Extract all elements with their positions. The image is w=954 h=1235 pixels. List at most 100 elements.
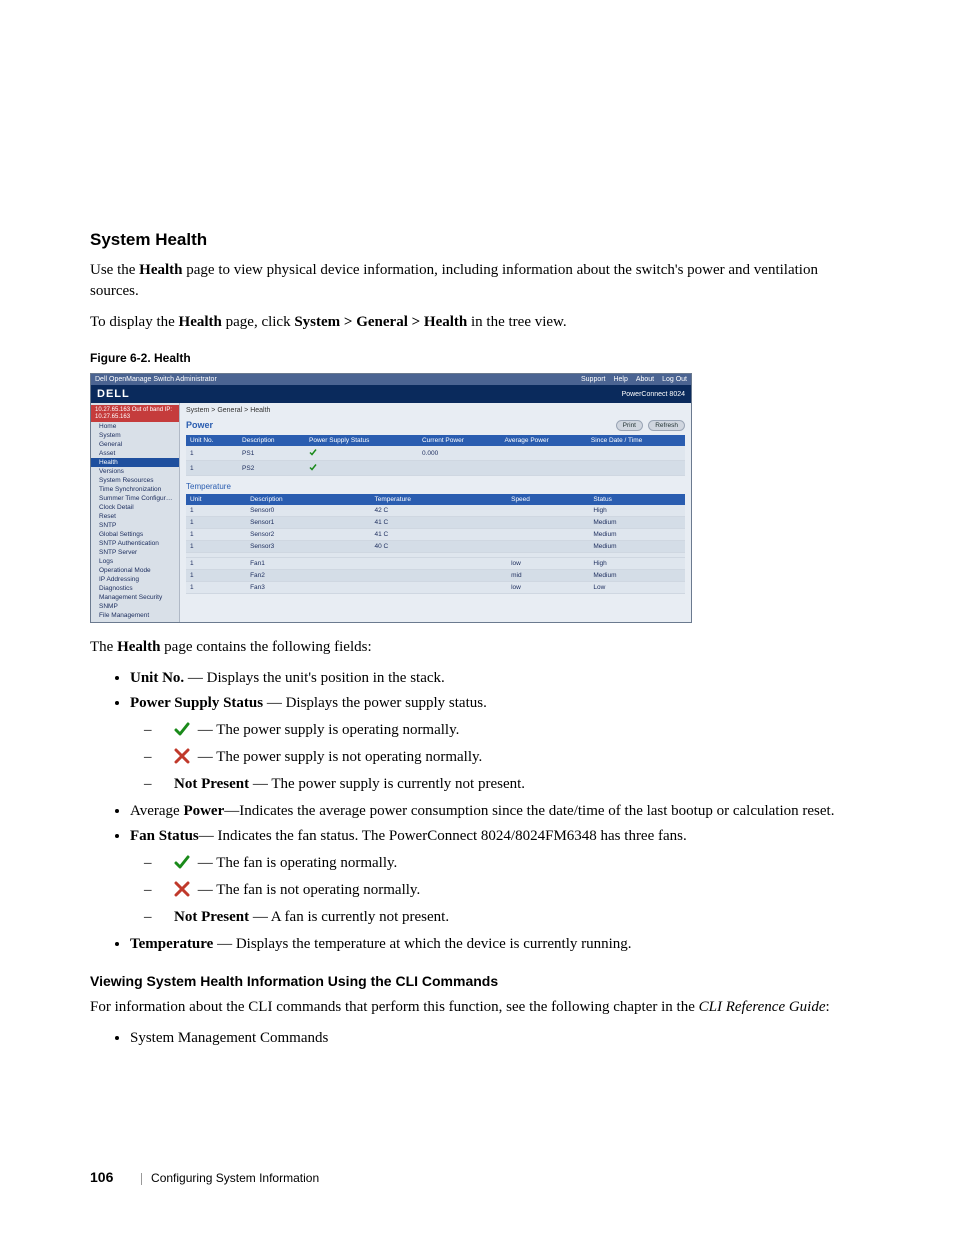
list-item: Unit No. — Displays the unit's position … bbox=[130, 668, 864, 689]
mock-nav-tree[interactable]: 10.27.65.163 Out of band IP: 10.27.65.16… bbox=[91, 403, 180, 622]
field-desc: — Indicates the fan status. The PowerCon… bbox=[199, 828, 687, 844]
table-row: 1Sensor241 CMedium bbox=[186, 529, 685, 541]
mock-titlebar: Dell OpenManage Switch Administrator Sup… bbox=[91, 374, 691, 385]
nav-item[interactable]: SNTP bbox=[91, 521, 179, 530]
nav-item[interactable]: SNMP bbox=[91, 602, 179, 611]
list-item: Not Present — The power supply is curren… bbox=[174, 774, 864, 795]
field-desc: — Displays the temperature at which the … bbox=[213, 936, 631, 952]
table-row: 1Fan1lowHigh bbox=[186, 558, 685, 570]
check-ok-icon bbox=[309, 448, 317, 456]
col-avg: Average Power bbox=[500, 435, 586, 446]
text-bold: Health bbox=[139, 262, 182, 278]
nav-item[interactable]: Summer Time Configuration bbox=[91, 494, 179, 503]
field-name: Power Supply Status bbox=[130, 695, 263, 711]
text: — The power supply is not operating norm… bbox=[198, 749, 483, 765]
field-name: Not Present bbox=[174, 909, 249, 925]
col-pss: Power Supply Status bbox=[305, 435, 418, 446]
nav-item[interactable]: Management Security bbox=[91, 593, 179, 602]
refresh-button[interactable]: Refresh bbox=[648, 420, 685, 431]
nav-item[interactable]: SNTP Authentication bbox=[91, 539, 179, 548]
nav-header: 10.27.65.163 Out of band IP: 10.27.65.16… bbox=[91, 405, 179, 422]
page-footer: 106 Configuring System Information bbox=[90, 1169, 319, 1185]
nav-item[interactable]: SNTP Server bbox=[91, 548, 179, 557]
power-table: Unit No. Description Power Supply Status… bbox=[186, 435, 685, 476]
list-item: Not Present — A fan is currently not pre… bbox=[174, 907, 864, 928]
breadcrumb: System > General > Health bbox=[186, 405, 685, 416]
list-item: — The fan is not operating normally. bbox=[174, 880, 864, 901]
field-name: Fan Status bbox=[130, 828, 199, 844]
col-desc: Description bbox=[238, 435, 305, 446]
nav-item[interactable]: System bbox=[91, 431, 179, 440]
nav-item[interactable]: Reset bbox=[91, 512, 179, 521]
text: Use the bbox=[90, 262, 139, 278]
text: page contains the following fields: bbox=[160, 639, 371, 655]
check-ok-icon bbox=[174, 721, 190, 737]
text: To display the bbox=[90, 314, 179, 330]
dell-logo: DELL bbox=[97, 388, 130, 400]
text: — A fan is currently not present. bbox=[249, 909, 449, 925]
nav-path: System > General > Health bbox=[294, 314, 467, 330]
list-item: — The fan is operating normally. bbox=[174, 853, 864, 874]
text: — The fan is operating normally. bbox=[198, 855, 398, 871]
print-button[interactable]: Print bbox=[616, 420, 643, 431]
window-title: Dell OpenManage Switch Administrator bbox=[95, 376, 217, 383]
page-number: 106 bbox=[90, 1169, 113, 1185]
field-desc: — Displays the power supply status. bbox=[263, 695, 487, 711]
nav-item[interactable]: Global Settings bbox=[91, 530, 179, 539]
text: The bbox=[90, 639, 117, 655]
nav-item[interactable]: Logs bbox=[91, 557, 179, 566]
cli-heading: Viewing System Health Information Using … bbox=[90, 973, 864, 989]
field-name: Power bbox=[183, 803, 224, 819]
footer-separator bbox=[141, 1173, 142, 1185]
col-since: Since Date / Time bbox=[587, 435, 685, 446]
section-title: System Health bbox=[90, 230, 864, 250]
list-item: — The power supply is not operating norm… bbox=[174, 747, 864, 768]
table-row: 1 PS2 bbox=[186, 461, 685, 476]
panel-title-temperature: Temperature bbox=[186, 482, 685, 491]
text: — The power supply is operating normally… bbox=[198, 722, 460, 738]
nav-item[interactable]: General bbox=[91, 440, 179, 449]
text: : bbox=[826, 999, 830, 1015]
nav-item[interactable]: System Resources bbox=[91, 476, 179, 485]
nav-item[interactable]: IP Addressing bbox=[91, 575, 179, 584]
cli-para: For information about the CLI commands t… bbox=[90, 997, 864, 1018]
link-help[interactable]: Help bbox=[613, 376, 627, 383]
link-about[interactable]: About bbox=[636, 376, 654, 383]
col-unit: Unit No. bbox=[186, 435, 238, 446]
col-speed: Speed bbox=[507, 494, 589, 505]
table-row: 1Sensor141 CMedium bbox=[186, 517, 685, 529]
list-item: Power Supply Status — Displays the power… bbox=[130, 693, 864, 795]
text: page, click bbox=[222, 314, 294, 330]
screenshot-health-page: Dell OpenManage Switch Administrator Sup… bbox=[90, 373, 692, 623]
nav-item[interactable]: Asset bbox=[91, 449, 179, 458]
text-bold: Health bbox=[117, 639, 160, 655]
link-logout[interactable]: Log Out bbox=[662, 376, 687, 383]
product-name: PowerConnect 8024 bbox=[622, 391, 685, 398]
sublist: — The power supply is operating normally… bbox=[130, 720, 864, 795]
nav-item-health[interactable]: Health bbox=[91, 458, 179, 467]
list-item: Fan Status— Indicates the fan status. Th… bbox=[130, 826, 864, 928]
intro-para-1: Use the Health page to view physical dev… bbox=[90, 260, 864, 302]
nav-item[interactable]: Versions bbox=[91, 467, 179, 476]
text: Average bbox=[130, 803, 183, 819]
check-ok-icon bbox=[309, 463, 317, 471]
chapter-title: Configuring System Information bbox=[151, 1171, 319, 1185]
temperature-table: Unit Description Temperature Speed Statu… bbox=[186, 494, 685, 594]
col-status: Status bbox=[589, 494, 685, 505]
table-row: 1Sensor042 CHigh bbox=[186, 505, 685, 517]
list-item: Temperature — Displays the temperature a… bbox=[130, 934, 864, 955]
text: — The fan is not operating normally. bbox=[198, 882, 420, 898]
nav-item[interactable]: Time Synchronization bbox=[91, 485, 179, 494]
fields-list: Unit No. — Displays the unit's position … bbox=[90, 668, 864, 955]
text: For information about the CLI commands t… bbox=[90, 999, 699, 1015]
text: — The power supply is currently not pres… bbox=[249, 776, 525, 792]
mock-main-panel: System > General > Health Power Print Re… bbox=[180, 403, 691, 622]
link-support[interactable]: Support bbox=[581, 376, 606, 383]
nav-item[interactable]: Home bbox=[91, 422, 179, 431]
check-ok-icon bbox=[174, 854, 190, 870]
nav-item[interactable]: Diagnostics bbox=[91, 584, 179, 593]
nav-item[interactable]: File Management bbox=[91, 611, 179, 620]
nav-item[interactable]: Clock Detail bbox=[91, 503, 179, 512]
cross-fail-icon bbox=[174, 748, 190, 764]
nav-item[interactable]: Operational Mode bbox=[91, 566, 179, 575]
